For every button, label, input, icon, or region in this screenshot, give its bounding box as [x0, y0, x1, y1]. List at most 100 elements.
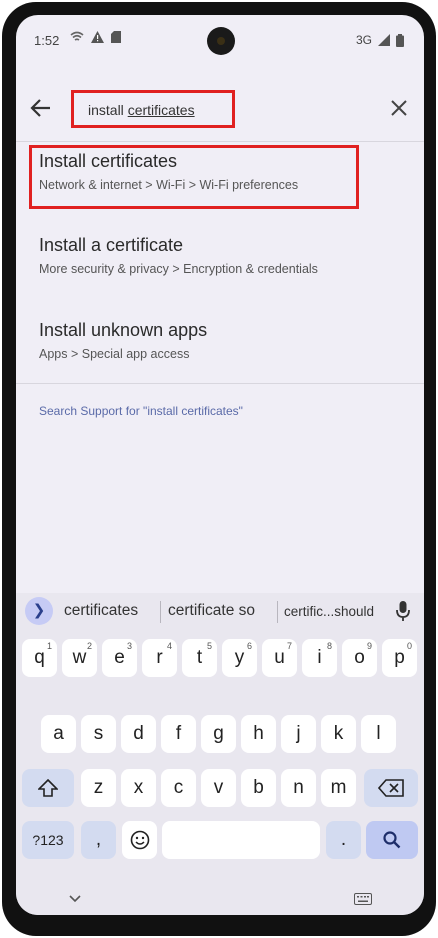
suggestion-divider [277, 601, 278, 623]
key-label: t [196, 647, 203, 668]
key-e[interactable]: e3 [102, 639, 137, 677]
result-item[interactable]: Install a certificate More security & pr… [26, 235, 416, 276]
search-input[interactable]: install certificates [88, 102, 195, 118]
key-hint: 9 [366, 641, 372, 651]
navigation-bar [16, 883, 424, 915]
key-p[interactable]: p0 [382, 639, 417, 677]
key-i[interactable]: i8 [302, 639, 337, 677]
suggestion-item[interactable]: certificates [64, 602, 138, 620]
search-bar: install certificates [16, 81, 424, 137]
keyboard: q1 w2 e3 r4 t5 y6 u7 i8 o9 p0 a s d f g … [16, 629, 424, 915]
search-key[interactable] [366, 821, 418, 859]
sd-card-icon [111, 31, 121, 43]
signal-icon [378, 34, 390, 46]
chevron-down-icon[interactable] [68, 894, 82, 904]
result-title: Install unknown apps [39, 320, 208, 340]
warning-icon [91, 31, 104, 43]
shift-key[interactable] [22, 769, 74, 807]
emoji-icon [130, 830, 149, 850]
emoji-key[interactable] [122, 821, 157, 859]
key-d[interactable]: d [121, 715, 156, 753]
status-bar: 1:52 3G [16, 15, 424, 63]
key-hint: 8 [326, 641, 332, 651]
battery-icon [396, 33, 404, 47]
key-hint: 7 [286, 641, 292, 651]
key-label: w [72, 647, 87, 668]
key-v[interactable]: v [201, 769, 236, 807]
key-l[interactable]: l [361, 715, 396, 753]
key-g[interactable]: g [201, 715, 236, 753]
front-camera [207, 27, 235, 55]
key-t[interactable]: t5 [182, 639, 217, 677]
period-key[interactable]: . [326, 821, 361, 859]
suggestion-divider [160, 601, 161, 623]
back-arrow-icon[interactable] [28, 95, 54, 121]
key-label: e [114, 647, 125, 668]
key-b[interactable]: b [241, 769, 276, 807]
key-hint: 4 [166, 641, 172, 651]
key-hint: 5 [206, 641, 212, 651]
backspace-icon [377, 779, 404, 797]
key-s[interactable]: s [81, 715, 116, 753]
search-icon [383, 831, 401, 849]
backspace-key[interactable] [364, 769, 418, 807]
suggestion-strip: ❯ certificates certificate so certific..… [16, 593, 424, 629]
key-h[interactable]: h [241, 715, 276, 753]
key-label: y [234, 647, 245, 668]
symbols-key[interactable]: ?123 [22, 821, 74, 859]
key-hint: 3 [126, 641, 132, 651]
key-hint: 6 [246, 641, 252, 651]
key-label: u [274, 647, 285, 668]
wifi-icon [70, 31, 84, 41]
key-w[interactable]: w2 [62, 639, 97, 677]
key-q[interactable]: q1 [22, 639, 57, 677]
keyboard-switch-icon[interactable] [354, 893, 372, 905]
key-m[interactable]: m [321, 769, 356, 807]
search-query-composing: certificates [127, 102, 195, 118]
key-hint: 0 [406, 641, 412, 651]
key-label: p [394, 647, 405, 668]
suggestion-item[interactable]: certific...should [284, 604, 374, 619]
key-hint: 2 [86, 641, 92, 651]
key-z[interactable]: z [81, 769, 116, 807]
key-label: q [34, 647, 45, 668]
key-k[interactable]: k [321, 715, 356, 753]
suggestion-item[interactable]: certificate so [168, 602, 255, 620]
search-query-text: install [88, 102, 128, 118]
screen: 1:52 3G install certificates Install cer… [16, 15, 424, 915]
key-r[interactable]: r4 [142, 639, 177, 677]
result-path: More security & privacy > Encryption & c… [39, 262, 318, 276]
key-label: i [317, 647, 322, 668]
result-item[interactable]: Install unknown apps Apps > Special app … [26, 320, 416, 361]
result-path: Apps > Special app access [39, 347, 190, 361]
status-right: 3G [356, 33, 404, 47]
divider [16, 141, 424, 142]
result-title: Install a certificate [39, 235, 184, 255]
phone-frame: 1:52 3G install certificates Install cer… [2, 2, 436, 936]
result-highlight-box [29, 145, 359, 209]
key-label: r [156, 647, 163, 668]
key-c[interactable]: c [161, 769, 196, 807]
key-y[interactable]: y6 [222, 639, 257, 677]
key-a[interactable]: a [41, 715, 76, 753]
comma-key[interactable]: , [81, 821, 116, 859]
spacebar[interactable] [162, 821, 320, 859]
shift-icon [37, 778, 59, 797]
key-n[interactable]: n [281, 769, 316, 807]
search-support-link[interactable]: Search Support for "install certificates… [39, 404, 243, 418]
key-label: o [354, 647, 365, 668]
search-highlight-box: install certificates [71, 90, 235, 128]
status-time: 1:52 [34, 33, 60, 48]
mic-icon[interactable] [394, 600, 412, 622]
divider [16, 383, 424, 384]
key-j[interactable]: j [281, 715, 316, 753]
key-o[interactable]: o9 [342, 639, 377, 677]
chevron-right-icon[interactable]: ❯ [25, 597, 53, 625]
key-hint: 1 [46, 641, 52, 651]
close-icon[interactable] [388, 97, 410, 119]
network-type: 3G [355, 33, 372, 47]
key-x[interactable]: x [121, 769, 156, 807]
key-f[interactable]: f [161, 715, 196, 753]
status-icons [70, 31, 121, 43]
key-u[interactable]: u7 [262, 639, 297, 677]
